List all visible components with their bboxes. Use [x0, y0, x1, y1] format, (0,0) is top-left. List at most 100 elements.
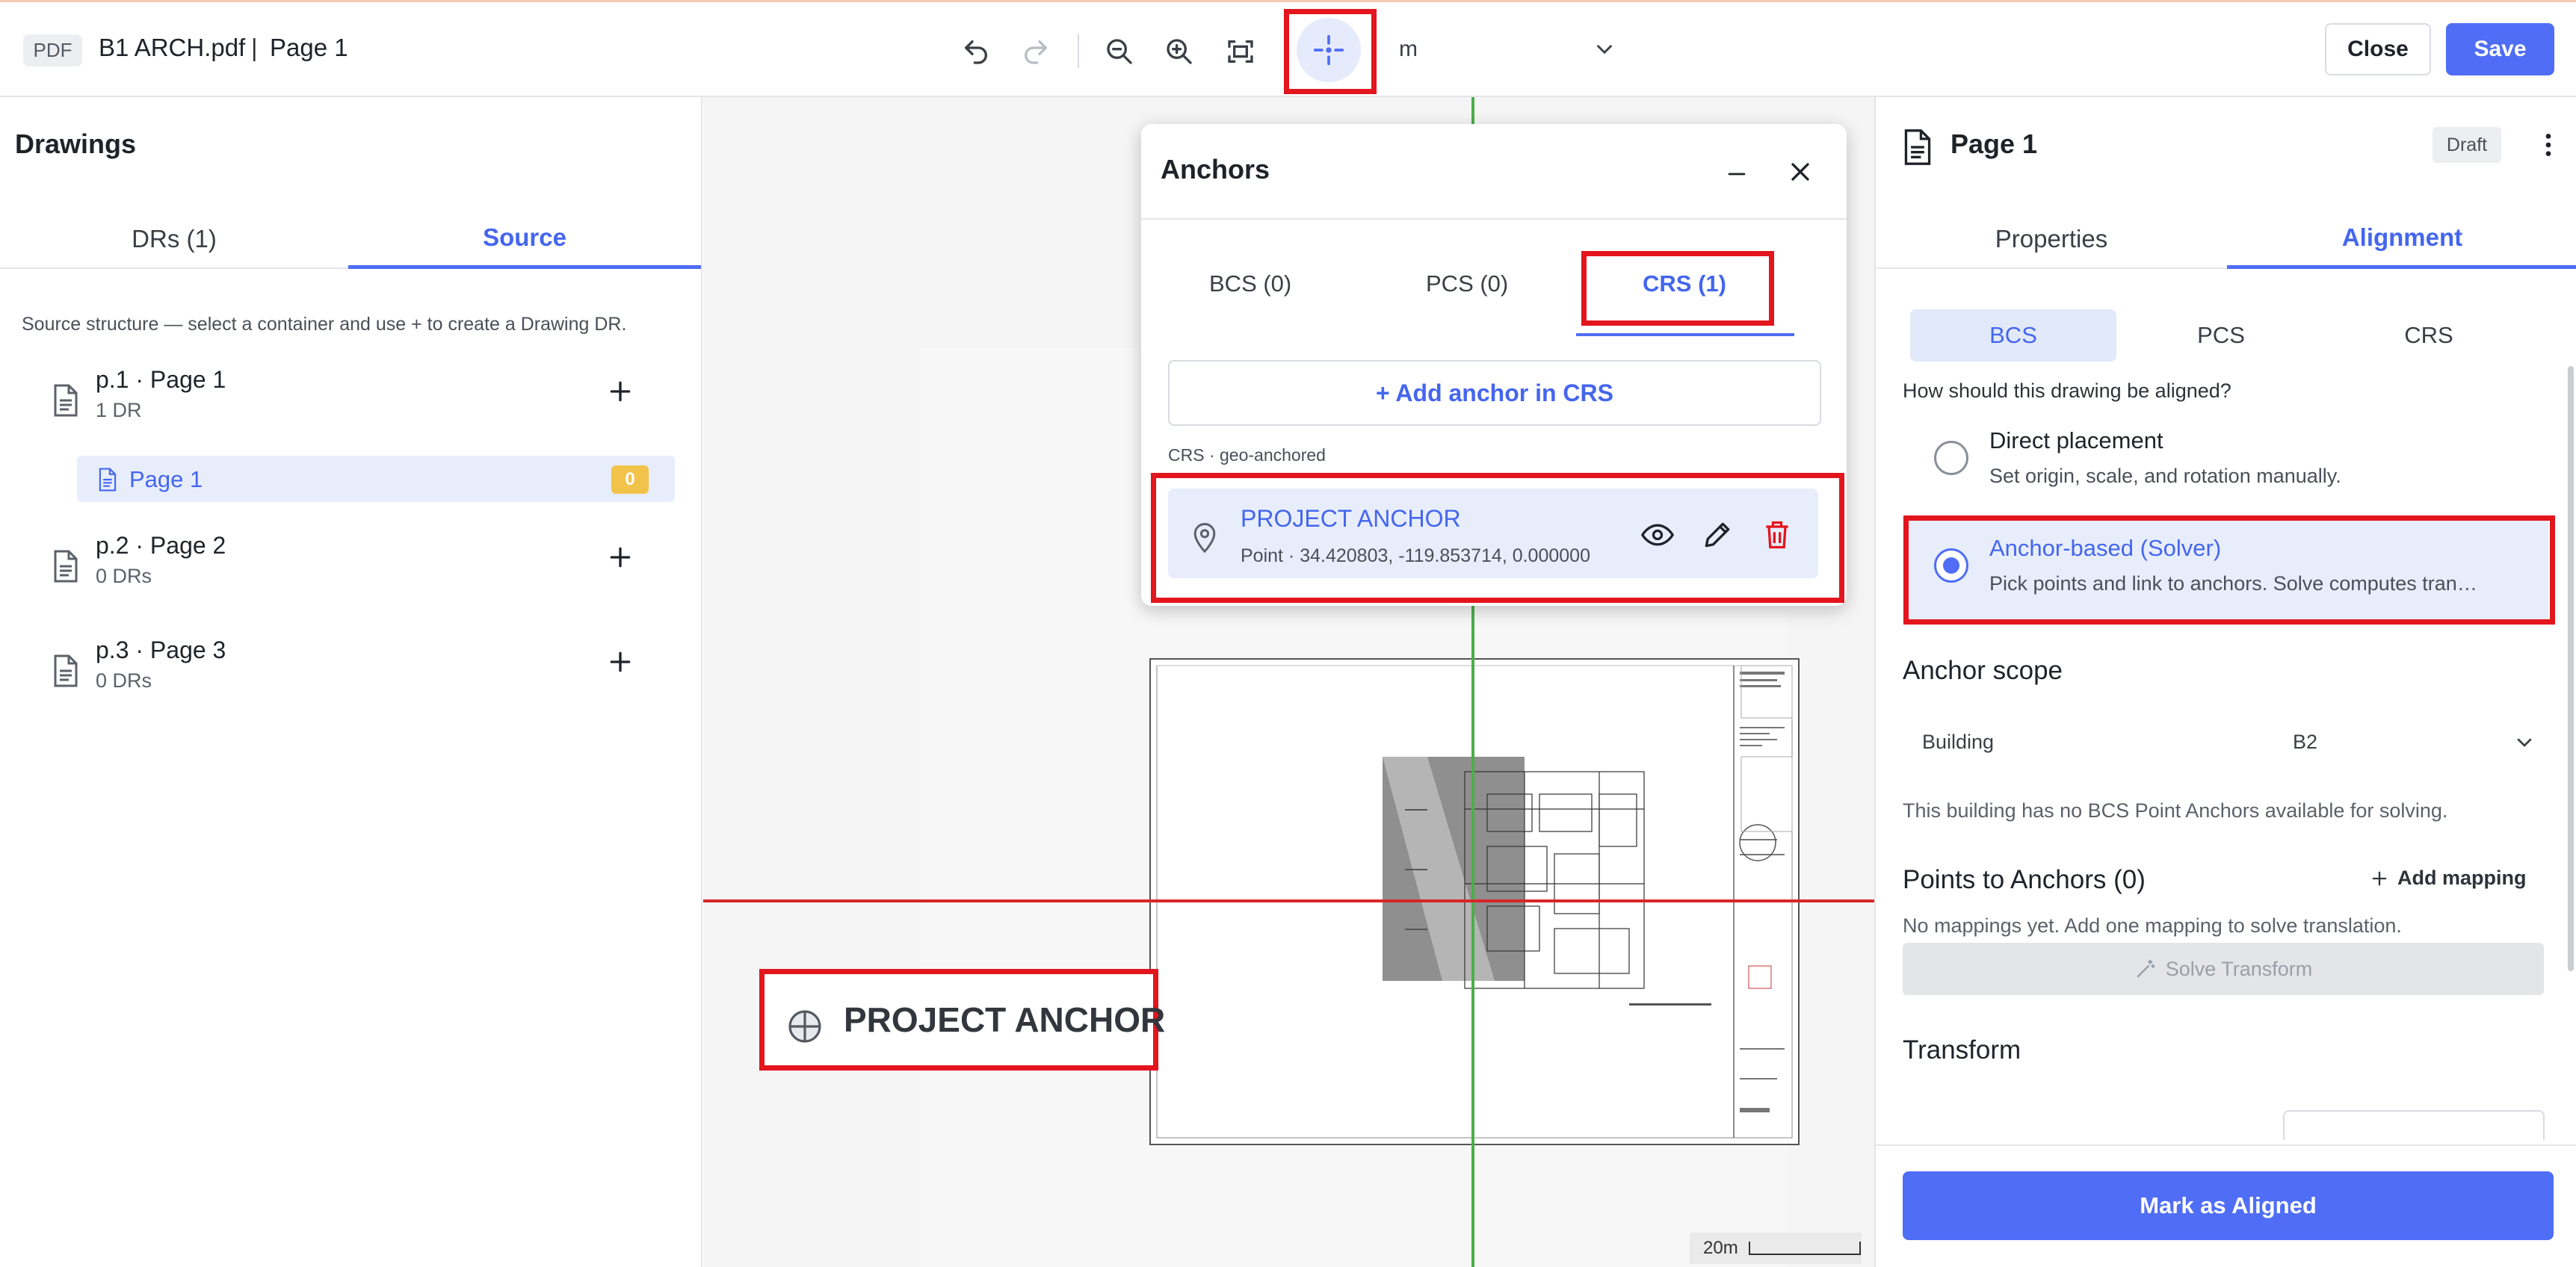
properties-panel: Page 1 Draft Properties Alignment BCS PC…	[1874, 97, 2576, 1267]
count-badge: 0	[611, 465, 649, 494]
close-icon[interactable]	[1785, 157, 1815, 187]
tab-bcs[interactable]: BCS (0)	[1209, 270, 1291, 297]
minimize-icon[interactable]	[1724, 161, 1749, 187]
footer-divider	[1876, 1144, 2576, 1146]
crosshair-icon	[1313, 34, 1344, 66]
magic-wand-icon	[2137, 959, 2155, 978]
tree-item-title: p.2 · Page 2	[96, 532, 226, 559]
option-anchor-based[interactable]: Anchor-based (Solver) Pick points and li…	[1906, 518, 2548, 623]
active-tab-indicator	[1576, 333, 1794, 336]
anchor-list-item[interactable]: PROJECT ANCHOR Point · 34.420803, -119.8…	[1168, 489, 1818, 578]
add-anchor-button[interactable]: + Add anchor in CRS	[1168, 360, 1821, 426]
tree-item-page-2[interactable]: p.2 · Page 2 0 DRs	[0, 532, 701, 614]
tab-source[interactable]: Source	[348, 209, 701, 269]
sidebar-title: Drawings	[15, 128, 137, 159]
alignment-question: How should this drawing be aligned?	[1903, 380, 2231, 402]
anchors-panel: Anchors BCS (0) PCS (0) CRS (1) + Add an…	[1141, 124, 1847, 606]
close-button[interactable]: Close	[2325, 23, 2431, 75]
zoom-out-button[interactable]	[1099, 31, 1140, 72]
radio-button[interactable]	[1934, 441, 1968, 475]
add-mapping-button[interactable]: Add mapping	[2369, 867, 2526, 890]
transform-field[interactable]	[2283, 1110, 2545, 1140]
segment-bcs[interactable]: BCS	[1910, 309, 2116, 362]
eye-icon[interactable]	[1641, 518, 1674, 551]
add-dr-icon[interactable]	[605, 647, 635, 677]
mappings-empty-note: No mappings yet. Add one mapping to solv…	[1903, 914, 2402, 937]
sidebar-tabs: DRs (1) Source	[0, 209, 701, 269]
zoom-out-icon	[1107, 39, 1132, 64]
tab-drs[interactable]: DRs (1)	[0, 209, 348, 269]
zoom-in-button[interactable]	[1158, 31, 1200, 72]
redo-icon	[1025, 40, 1047, 64]
option-direct-placement[interactable]: Direct placement Set origin, scale, and …	[1906, 411, 2548, 515]
location-pin-icon	[1193, 523, 1216, 553]
tab-crs[interactable]: CRS (1)	[1643, 270, 1726, 297]
add-mapping-label: Add mapping	[2397, 867, 2527, 889]
anchor-scope-heading: Anchor scope	[1903, 656, 2063, 685]
anchor-coordinates: Point · 34.420803, -119.853714, 0.000000	[1241, 545, 1590, 566]
panel-divider	[1141, 218, 1847, 220]
tab-pcs[interactable]: PCS (0)	[1426, 270, 1508, 297]
more-options-icon[interactable]	[2533, 130, 2563, 160]
tab-properties[interactable]: Properties	[1876, 209, 2227, 269]
add-dr-icon[interactable]	[605, 542, 635, 572]
document-icon	[54, 384, 78, 417]
source-hint: Source structure — select a container an…	[22, 314, 627, 335]
document-icon	[99, 468, 117, 492]
crosshair-tool-button[interactable]	[1297, 18, 1361, 82]
undo-button[interactable]	[955, 31, 997, 72]
trash-icon[interactable]	[1761, 518, 1794, 551]
document-icon	[54, 654, 78, 687]
option-title: Direct placement	[1989, 427, 2163, 453]
toolbar-divider	[1284, 34, 1285, 68]
undo-icon	[965, 40, 987, 64]
add-dr-icon[interactable]	[605, 377, 635, 406]
tree-item-subtitle: 1 DR	[96, 399, 142, 421]
redo-button[interactable]	[1015, 31, 1057, 72]
tree-item-page-3[interactable]: p.3 · Page 3 0 DRs	[0, 636, 701, 719]
building-label: Building	[1922, 731, 1995, 753]
scale-bar: 20m	[1690, 1233, 1862, 1264]
tree-item-subtitle: 0 DRs	[96, 565, 152, 587]
units-select[interactable]: m	[1393, 34, 1617, 68]
project-anchor-marker[interactable]: PROJECT ANCHOR	[759, 969, 1165, 1071]
tree-item-page-1[interactable]: p.1 · Page 1 1 DR	[0, 366, 701, 448]
fit-screen-button[interactable]	[1220, 31, 1261, 72]
title-separator: |	[251, 34, 258, 61]
pencil-icon[interactable]	[1701, 518, 1734, 551]
option-title: Anchor-based (Solver)	[1989, 535, 2222, 561]
status-badge: Draft	[2433, 127, 2501, 163]
section-label: CRS · geo-anchored	[1168, 445, 1326, 465]
option-description: Set origin, scale, and rotation manually…	[1989, 465, 2341, 487]
building-value: B2	[2293, 731, 2318, 753]
plus-icon	[2372, 871, 2387, 885]
document-name: B1 ARCH.pdf	[99, 34, 246, 61]
tree-item-title: p.3 · Page 3	[96, 636, 226, 663]
anchor-marker-label: PROJECT ANCHOR	[844, 1000, 1166, 1039]
sidebar-item-label: Page 1	[129, 466, 203, 492]
scrollbar-thumb[interactable]	[2568, 366, 2574, 971]
segment-crs[interactable]: CRS	[2326, 309, 2532, 362]
sidebar-item-page-1[interactable]: Page 1 0	[77, 456, 675, 502]
file-type-badge: PDF	[23, 34, 82, 66]
anchor-name: PROJECT ANCHOR	[1241, 505, 1461, 532]
scale-ruler	[1748, 1242, 1861, 1255]
chevron-down-icon	[1597, 45, 1612, 55]
segment-pcs[interactable]: PCS	[2118, 309, 2324, 362]
anchors-panel-title: Anchors	[1161, 154, 1270, 185]
solve-transform-button[interactable]: Solve Transform	[1903, 943, 2544, 995]
transform-heading: Transform	[1903, 1035, 2021, 1065]
document-icon	[54, 550, 78, 583]
mark-as-aligned-button[interactable]: Mark as Aligned	[1903, 1171, 2554, 1240]
document-icon	[1904, 129, 1931, 165]
chevron-down-icon	[2517, 738, 2532, 747]
panel-tabs: Properties Alignment	[1876, 209, 2576, 269]
tree-item-title: p.1 · Page 1	[96, 366, 226, 393]
building-select[interactable]: Building B2	[1903, 717, 2545, 769]
coordinate-system-segmented-control: BCS PCS CRS	[1907, 306, 2532, 365]
radio-button[interactable]	[1934, 548, 1968, 583]
top-toolbar: PDF B1 ARCH.pdf | Page 1 m Close Save	[0, 0, 2576, 97]
tab-alignment[interactable]: Alignment	[2227, 209, 2576, 269]
save-button[interactable]: Save	[2446, 23, 2554, 75]
option-description: Pick points and link to anchors. Solve c…	[1989, 572, 2477, 595]
